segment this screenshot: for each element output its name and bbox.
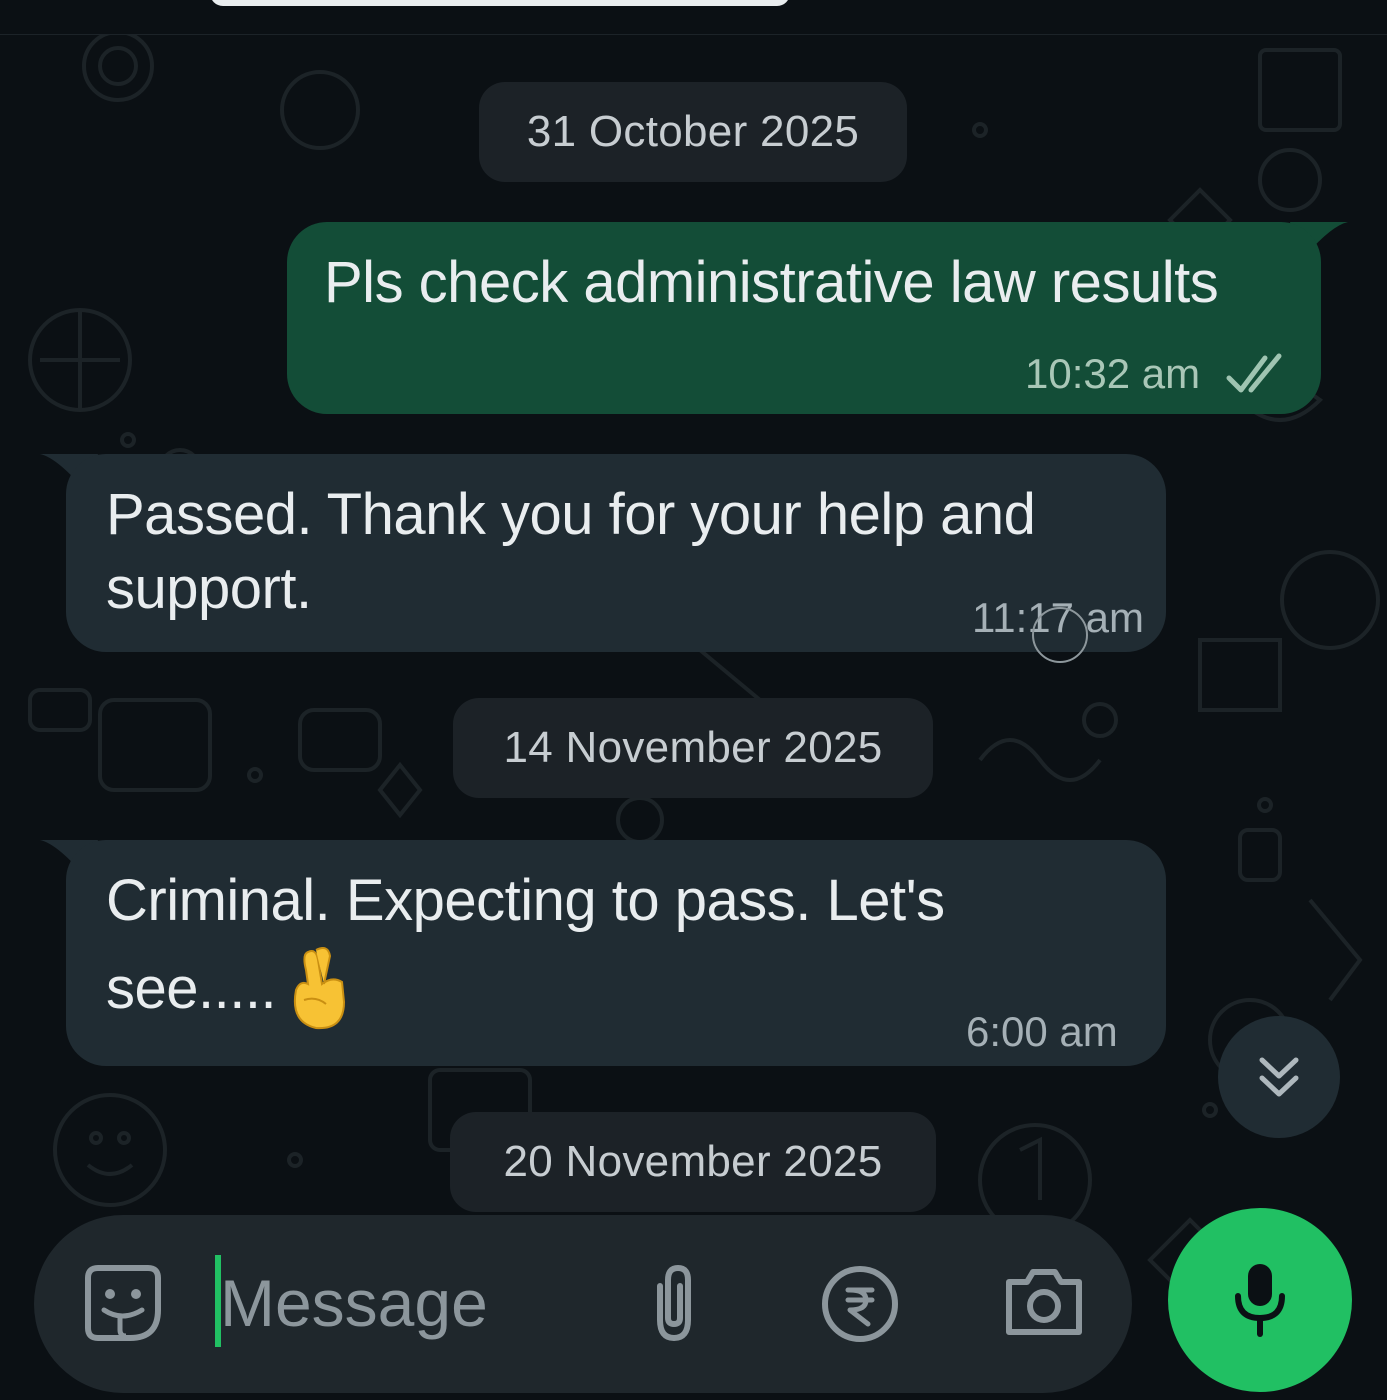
message-text-line: Criminal. Expecting to pass. Let's [106,868,945,933]
message-input[interactable]: Message [220,1265,488,1341]
date-separator: 31 October 2025 [479,82,907,182]
mic-icon [1235,1264,1285,1337]
scroll-to-bottom-button[interactable] [1218,1016,1340,1138]
message-bubble-outgoing[interactable]: Pls check administrative law results 10:… [287,222,1321,414]
message-time: 10:32 am [1025,350,1201,397]
status-pill [210,0,790,6]
rupee-payment-icon[interactable] [820,1264,900,1344]
message-bubble-incoming[interactable]: Passed. Thank you for your help and supp… [66,454,1166,652]
double-chevron-down-icon [1259,1057,1299,1097]
message-text-line: support. [106,556,312,621]
attach-icon[interactable] [646,1262,702,1344]
touch-indicator-icon [1032,607,1088,663]
message-text: Pls check administrative law results [324,250,1219,315]
message-bubble-incoming[interactable]: Criminal. Expecting to pass. Let's see..… [66,840,1166,1066]
crossed-fingers-emoji-icon [294,947,346,1030]
date-label: 20 November 2025 [503,1137,883,1186]
camera-icon[interactable] [1003,1266,1085,1338]
date-label: 14 November 2025 [503,723,883,772]
date-separator: 20 November 2025 [450,1112,936,1212]
message-time: 6:00 am [966,1008,1118,1055]
date-separator: 14 November 2025 [453,698,933,798]
voice-message-button[interactable] [1168,1208,1352,1392]
message-composer[interactable] [34,1215,1132,1393]
message-text-line: Passed. Thank you for your help and [106,482,1036,547]
top-bar [0,0,1387,35]
sticker-icon[interactable] [84,1264,162,1342]
read-double-check-icon [1226,353,1282,393]
message-text-line: see..... [106,956,277,1021]
date-label: 31 October 2025 [526,107,860,156]
